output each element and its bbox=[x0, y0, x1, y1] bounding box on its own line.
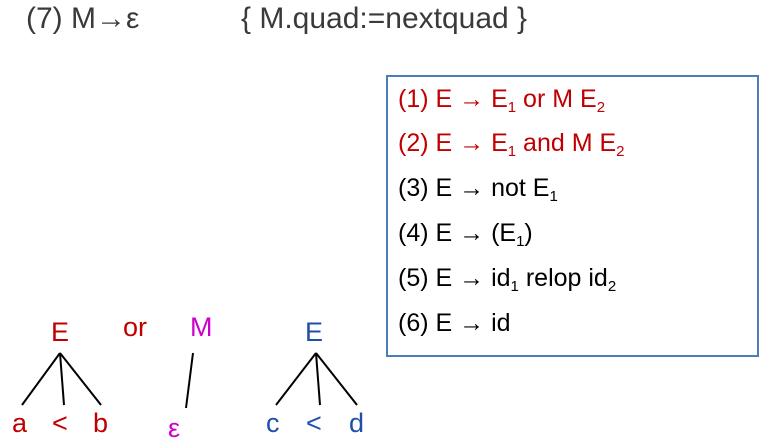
edge-left-b bbox=[59, 352, 102, 406]
or-operator: or bbox=[123, 312, 148, 342]
edge-right-lt bbox=[315, 352, 321, 406]
edge-right-d bbox=[315, 352, 358, 406]
right-leaf-d: d bbox=[349, 408, 365, 438]
left-leaf-b: b bbox=[93, 408, 109, 438]
edge-mid-eps bbox=[185, 352, 194, 409]
right-leaf-lt: < bbox=[306, 408, 322, 438]
mid-root-node: M bbox=[190, 312, 213, 342]
right-leaf-c: c bbox=[266, 408, 280, 438]
mid-leaf-epsilon: ε bbox=[168, 413, 181, 443]
edge-left-lt bbox=[59, 352, 65, 406]
left-root-node: E bbox=[51, 317, 70, 347]
left-leaf-lt: < bbox=[52, 408, 68, 438]
parse-tree-edges bbox=[21, 352, 358, 409]
right-root-node: E bbox=[305, 317, 324, 347]
left-leaf-a: a bbox=[12, 408, 28, 438]
edge-left-a bbox=[21, 352, 61, 406]
edge-right-c bbox=[275, 352, 317, 406]
